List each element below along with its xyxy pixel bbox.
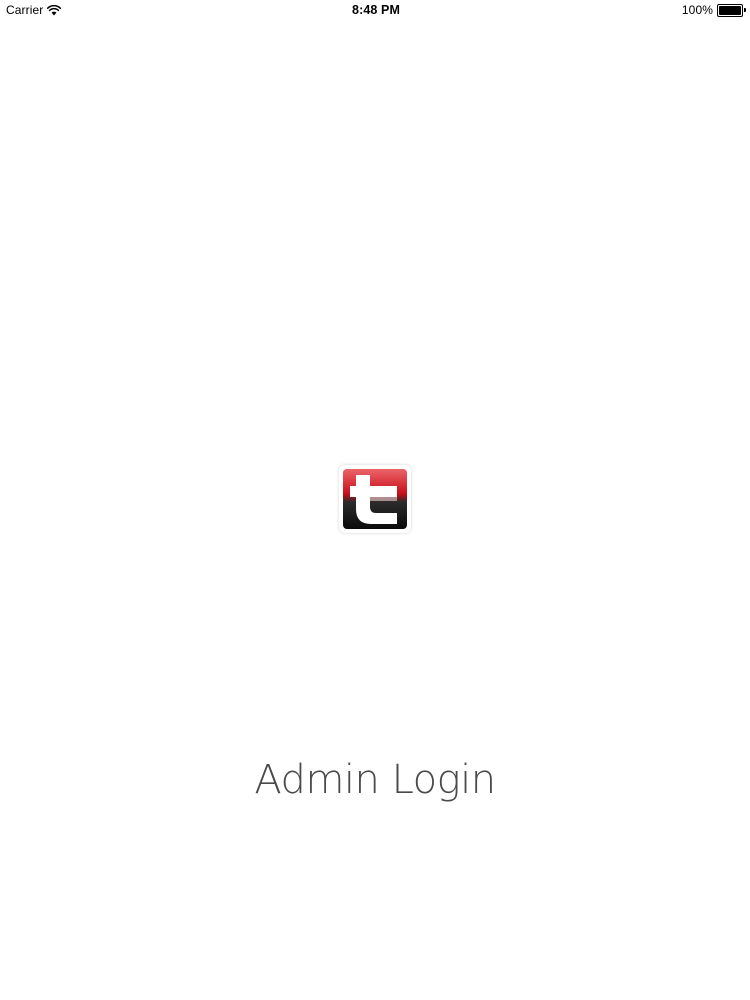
clock: 8:48 PM <box>352 3 400 17</box>
battery-fill <box>719 5 741 15</box>
carrier-label: Carrier <box>6 3 44 17</box>
app-logo <box>339 465 411 533</box>
battery-percentage: 100% <box>681 3 713 17</box>
status-left: Carrier <box>6 3 246 17</box>
wifi-icon <box>47 4 62 16</box>
battery-icon <box>717 3 746 17</box>
status-bar: Carrier 8:48 PM 100% <box>0 0 750 20</box>
page-title: Admin Login <box>254 757 496 803</box>
battery-tip <box>744 8 746 12</box>
t-letter-logo-icon <box>343 469 407 529</box>
battery-body <box>717 3 743 17</box>
status-right: 100% <box>506 3 746 17</box>
